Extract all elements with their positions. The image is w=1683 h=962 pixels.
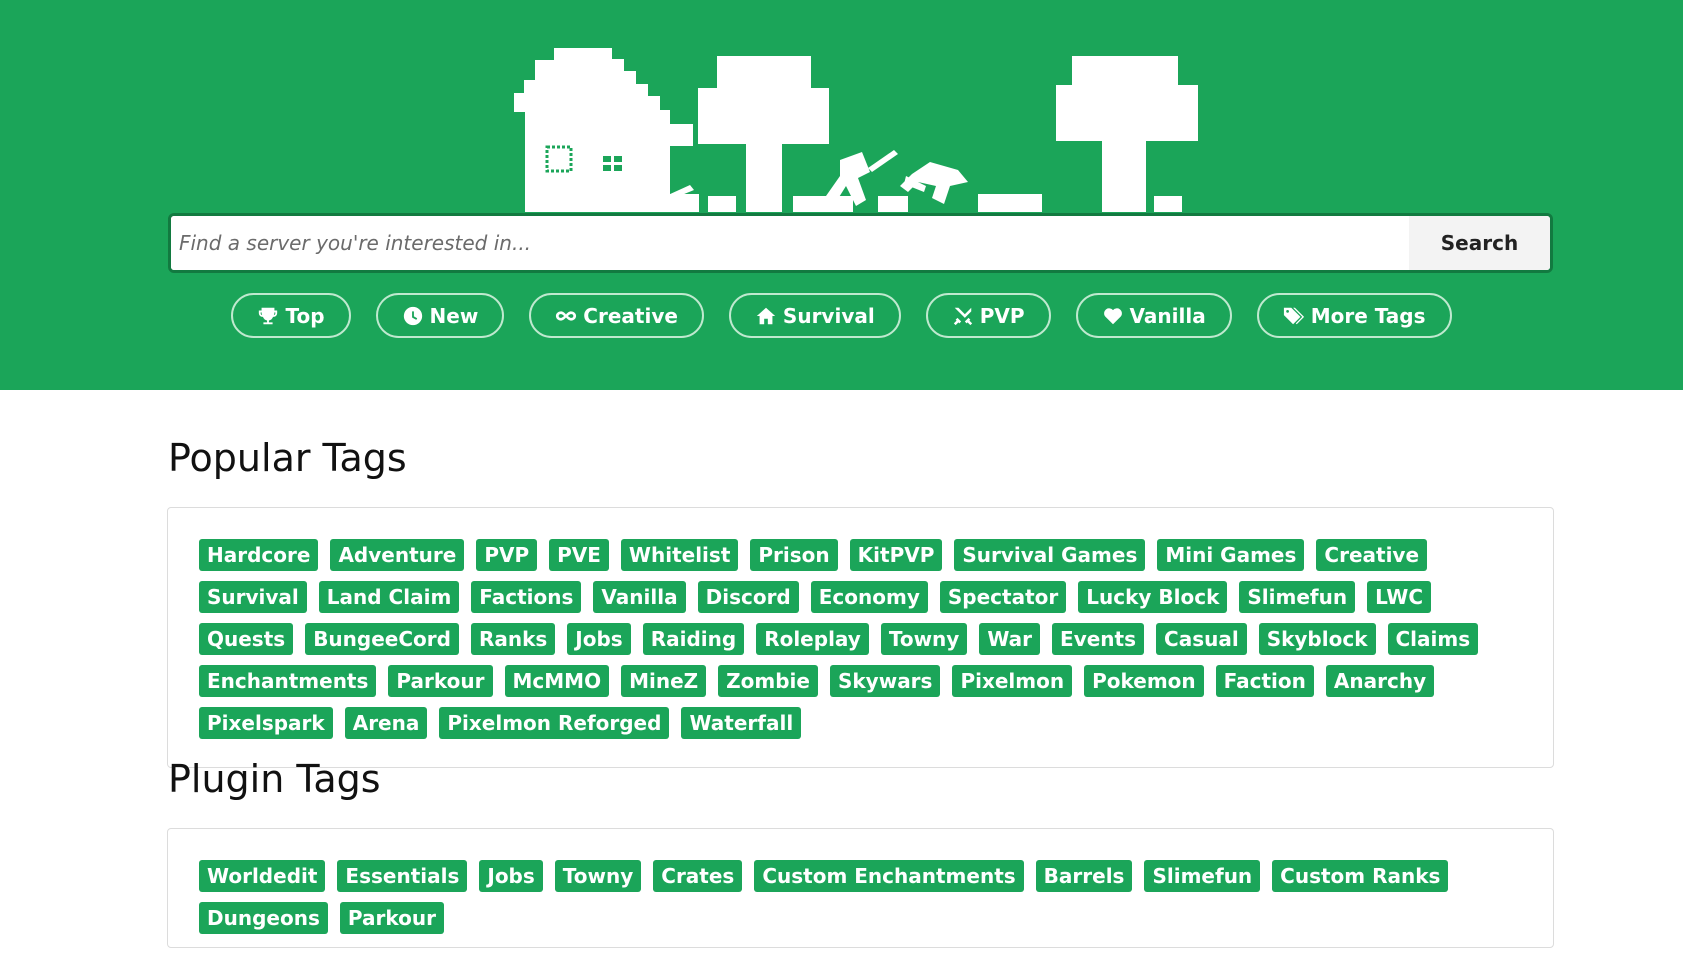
tag-link[interactable]: Jobs [567,623,631,655]
tag-link[interactable]: Factions [471,581,582,613]
tag-link[interactable]: Slimefun [1144,860,1261,892]
tag-link[interactable]: MineZ [621,665,707,697]
nav-more-tags-label: More Tags [1310,303,1426,328]
tag-link[interactable]: Barrels [1035,860,1133,892]
tag-link[interactable]: Parkour [388,665,493,697]
nav-vanilla-label: Vanilla [1129,303,1206,328]
tag-link[interactable]: Arena [344,707,428,739]
tag-link[interactable]: PVP [476,539,538,571]
tag-link[interactable]: Pixelspark [199,707,333,739]
plugin-tags-panel: Worldedit Essentials Jobs Towny Crates Custom… [167,828,1554,948]
tag-link[interactable]: Custom Ranks [1272,860,1449,892]
tag-link[interactable]: Crates [653,860,743,892]
tag-link[interactable]: LWC [1367,581,1432,613]
tree-illustration [698,88,829,144]
tag-link[interactable]: Pokemon [1084,665,1204,697]
crossed-swords-icon [953,307,972,325]
heart-icon [1103,307,1122,324]
tag-link[interactable]: Essentials [337,860,468,892]
nav-top-button[interactable]: Top [231,293,351,338]
tag-link[interactable]: Towny [880,623,968,655]
tag-link[interactable]: Prison [750,539,838,571]
tag-link[interactable]: BungeeCord [305,623,459,655]
tag-link[interactable]: Parkour [339,902,444,934]
search-bar: Search [168,213,1553,273]
clock-icon [403,306,422,325]
tag-link[interactable]: Adventure [330,539,465,571]
infinity-icon [556,310,577,321]
tag-link[interactable]: Dungeons [199,902,328,934]
tag-link[interactable]: Pixelmon [952,665,1073,697]
tag-link[interactable]: KitPVP [849,539,943,571]
tag-link[interactable]: McMMO [504,665,610,697]
plugin-tags-heading: Plugin Tags [168,757,381,801]
tag-link[interactable]: Whitelist [620,539,739,571]
category-nav: Top New Creative Survival PVP Vanilla Mo… [0,293,1683,338]
tag-link[interactable]: Enchantments [199,665,377,697]
tree-illustration [1056,85,1198,141]
tag-link[interactable]: Roleplay [756,623,869,655]
tag-link[interactable]: Faction [1215,665,1314,697]
nav-pvp-button[interactable]: PVP [925,293,1051,338]
tag-link[interactable]: Discord [697,581,799,613]
tag-link[interactable]: Economy [810,581,928,613]
tag-link[interactable]: Ranks [470,623,556,655]
nav-more-tags-button[interactable]: More Tags [1256,293,1452,338]
tag-link[interactable]: Creative [1316,539,1428,571]
tag-link[interactable]: Quests [199,623,294,655]
search-button[interactable]: Search [1409,216,1550,270]
tag-link[interactable]: Towny [554,860,642,892]
tag-link[interactable]: War [979,623,1041,655]
popular-tags-heading: Popular Tags [168,436,407,480]
tag-link[interactable]: Survival [199,581,307,613]
nav-creative-label: Creative [583,303,678,328]
nav-creative-button[interactable]: Creative [529,293,704,338]
tag-link[interactable]: Mini Games [1157,539,1305,571]
popular-tags-list: Hardcore Adventure PVP PVE Whitelist Prison Ki… [168,508,1553,767]
tag-link[interactable]: Pixelmon Reforged [439,707,670,739]
tag-link[interactable]: Jobs [479,860,543,892]
tag-link[interactable]: Spectator [939,581,1067,613]
nav-survival-button[interactable]: Survival [728,293,901,338]
popular-tags-panel: Hardcore Adventure PVP PVE Whitelist Prison Ki… [167,507,1554,768]
tag-link[interactable]: Waterfall [681,707,802,739]
tag-link[interactable]: Raiding [642,623,745,655]
tag-link[interactable]: Claims [1387,623,1479,655]
nav-survival-label: Survival [782,303,875,328]
tag-link[interactable]: Casual [1156,623,1247,655]
tag-link[interactable]: Lucky Block [1078,581,1228,613]
tag-link[interactable]: Slimefun [1239,581,1356,613]
home-icon [756,307,776,324]
plugin-tags-list: Worldedit Essentials Jobs Towny Crates Custom… [168,829,1553,962]
nav-pvp-label: PVP [979,303,1025,328]
tag-link[interactable]: Anarchy [1325,665,1435,697]
hero-banner: Search Top New Creative Survival PVP Van… [0,0,1683,390]
tag-link[interactable]: PVE [549,539,609,571]
nav-new-button[interactable]: New [375,293,505,338]
nav-top-label: Top [285,303,325,328]
minecraft-scene-illustration [514,48,1198,212]
trophy-icon [259,307,278,324]
tag-link[interactable]: Land Claim [318,581,460,613]
tag-link[interactable]: Zombie [718,665,818,697]
tag-link[interactable]: Hardcore [199,539,319,571]
tag-link[interactable]: Events [1052,623,1145,655]
nav-vanilla-button[interactable]: Vanilla [1075,293,1232,338]
tag-link[interactable]: Skywars [829,665,941,697]
tag-link[interactable]: Skyblock [1258,623,1376,655]
nav-new-label: New [429,303,479,328]
tag-link[interactable]: Custom Enchantments [754,860,1024,892]
tag-link[interactable]: Worldedit [199,860,326,892]
search-input[interactable] [171,216,1409,270]
tags-icon [1283,307,1304,324]
tag-link[interactable]: Survival Games [954,539,1146,571]
house-illustration [514,48,693,212]
tag-link[interactable]: Vanilla [593,581,686,613]
